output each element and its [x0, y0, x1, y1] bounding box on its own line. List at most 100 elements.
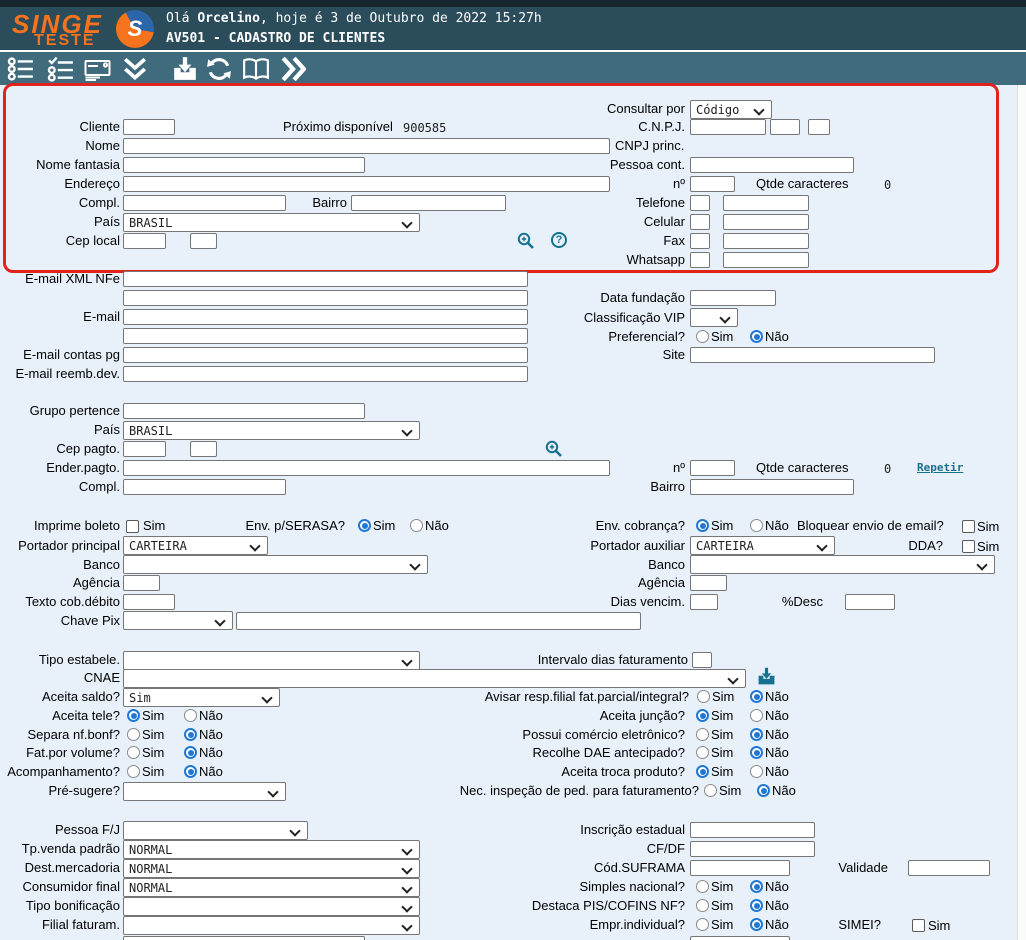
desc-input[interactable]: [845, 594, 895, 610]
fat-volume-sim-radio[interactable]: [127, 746, 140, 759]
avisar-sim-radio[interactable]: [697, 690, 710, 703]
consultar-por-select[interactable]: Código: [690, 100, 772, 119]
recolhe-dae-nao-radio[interactable]: [750, 746, 763, 759]
cnae-select[interactable]: [123, 669, 746, 688]
cep-pagto-input-1[interactable]: [123, 441, 166, 457]
checklist-icon[interactable]: [46, 56, 76, 82]
cep-local-input-1[interactable]: [123, 233, 166, 249]
cutoff-right-input[interactable]: [690, 936, 790, 940]
fax-ddd-input[interactable]: [690, 233, 710, 249]
form-icon[interactable]: [84, 56, 112, 82]
classificacao-vip-select[interactable]: [690, 308, 738, 327]
tipo-bonificacao-select[interactable]: [123, 897, 420, 916]
texto-cob-debito-input[interactable]: [123, 594, 175, 610]
fat-volume-nao-radio[interactable]: [184, 746, 197, 759]
pais-select[interactable]: BRASIL: [123, 213, 420, 232]
simei-checkbox[interactable]: [912, 919, 925, 932]
zoom-search-pagto-icon[interactable]: [544, 439, 564, 459]
nome-input[interactable]: [123, 138, 610, 154]
telefone-ddd-input[interactable]: [690, 195, 710, 211]
bloquear-email-checkbox[interactable]: [962, 520, 975, 533]
simples-nao-radio[interactable]: [750, 880, 763, 893]
refresh-icon[interactable]: [206, 56, 232, 82]
agencia-auxiliar-input[interactable]: [690, 575, 727, 591]
site-input[interactable]: [690, 347, 935, 363]
dias-vencim-input[interactable]: [690, 594, 718, 610]
portador-principal-select[interactable]: CARTEIRA: [123, 536, 268, 555]
env-serasa-sim-radio[interactable]: [358, 519, 371, 532]
nec-inspecao-nao-radio[interactable]: [757, 784, 770, 797]
telefone-input[interactable]: [723, 195, 809, 211]
destaca-pis-nao-radio[interactable]: [750, 899, 763, 912]
agencia-principal-input[interactable]: [123, 575, 160, 591]
empr-individual-nao-radio[interactable]: [750, 918, 763, 931]
cf-df-input[interactable]: [690, 841, 815, 857]
cep-pagto-input-2[interactable]: [190, 441, 217, 457]
aceita-tele-sim-radio[interactable]: [127, 709, 140, 722]
cutoff-left-input[interactable]: [123, 936, 365, 940]
dest-mercadoria-select[interactable]: NORMAL: [123, 859, 420, 878]
pais-pagto-select[interactable]: BRASIL: [123, 421, 420, 440]
email-reemb-input[interactable]: [123, 366, 528, 382]
simples-sim-radio[interactable]: [696, 880, 709, 893]
banco-principal-select[interactable]: [123, 555, 428, 574]
consumidor-final-select[interactable]: NORMAL: [123, 878, 420, 897]
chave-pix-input[interactable]: [236, 612, 641, 630]
avisar-nao-radio[interactable]: [750, 690, 763, 703]
repetir-link[interactable]: Repetir: [917, 461, 963, 474]
intervalo-dias-input[interactable]: [692, 652, 712, 668]
cnpj-input-2[interactable]: [770, 119, 800, 135]
celular-ddd-input[interactable]: [690, 214, 710, 230]
comercio-nao-radio[interactable]: [750, 728, 763, 741]
chave-pix-select[interactable]: [123, 611, 233, 630]
nome-fantasia-input[interactable]: [123, 157, 365, 173]
cod-suframa-input[interactable]: [690, 860, 790, 876]
tp-venda-padrao-select[interactable]: NORMAL: [123, 840, 420, 859]
aceita-juncao-sim-radio[interactable]: [696, 709, 709, 722]
filial-faturam-select[interactable]: [123, 916, 420, 935]
data-fundacao-input[interactable]: [690, 290, 776, 306]
separa-nf-nao-radio[interactable]: [184, 728, 197, 741]
env-cobranca-nao-radio[interactable]: [750, 519, 763, 532]
separa-nf-sim-radio[interactable]: [127, 728, 140, 741]
aceita-troca-nao-radio[interactable]: [750, 765, 763, 778]
comercio-sim-radio[interactable]: [696, 728, 709, 741]
numero-pagto-input[interactable]: [690, 460, 735, 476]
nec-inspecao-sim-radio[interactable]: [704, 784, 717, 797]
aceita-tele-nao-radio[interactable]: [184, 709, 197, 722]
cliente-input[interactable]: [123, 119, 175, 135]
bairro-pagto-input[interactable]: [690, 479, 854, 495]
whatsapp-input[interactable]: [723, 252, 809, 268]
chevrons-down-icon[interactable]: [122, 56, 148, 82]
fax-input[interactable]: [723, 233, 809, 249]
pessoa-cont-input[interactable]: [690, 157, 854, 173]
pessoa-fj-select[interactable]: [123, 821, 308, 840]
env-serasa-nao-radio[interactable]: [410, 519, 423, 532]
compl-input[interactable]: [123, 195, 286, 211]
aceita-saldo-select[interactable]: Sim: [123, 688, 280, 707]
recolhe-dae-sim-radio[interactable]: [696, 746, 709, 759]
pre-sugere-select[interactable]: [123, 782, 286, 801]
cnpj-input-3[interactable]: [808, 119, 830, 135]
grupo-pertence-input[interactable]: [123, 403, 365, 419]
import-icon[interactable]: [170, 56, 200, 82]
destaca-pis-sim-radio[interactable]: [696, 899, 709, 912]
preferencial-nao-radio[interactable]: [750, 330, 763, 343]
cep-local-input-2[interactable]: [190, 233, 217, 249]
aceita-juncao-nao-radio[interactable]: [750, 709, 763, 722]
imprime-boleto-checkbox[interactable]: [126, 520, 139, 533]
celular-input[interactable]: [723, 214, 809, 230]
inscricao-estadual-input[interactable]: [690, 822, 815, 838]
cnae-import-icon[interactable]: [757, 667, 776, 686]
aceita-troca-sim-radio[interactable]: [696, 765, 709, 778]
cnpj-input-1[interactable]: [690, 119, 766, 135]
env-cobranca-sim-radio[interactable]: [696, 519, 709, 532]
whatsapp-ddd-input[interactable]: [690, 252, 710, 268]
tipo-estabele-select[interactable]: [123, 651, 420, 670]
empr-individual-sim-radio[interactable]: [696, 918, 709, 931]
book-icon[interactable]: [242, 56, 270, 82]
preferencial-sim-radio[interactable]: [696, 330, 709, 343]
list-icon[interactable]: [6, 56, 36, 82]
chevrons-right-icon[interactable]: [280, 56, 306, 82]
dda-checkbox[interactable]: [962, 540, 975, 553]
